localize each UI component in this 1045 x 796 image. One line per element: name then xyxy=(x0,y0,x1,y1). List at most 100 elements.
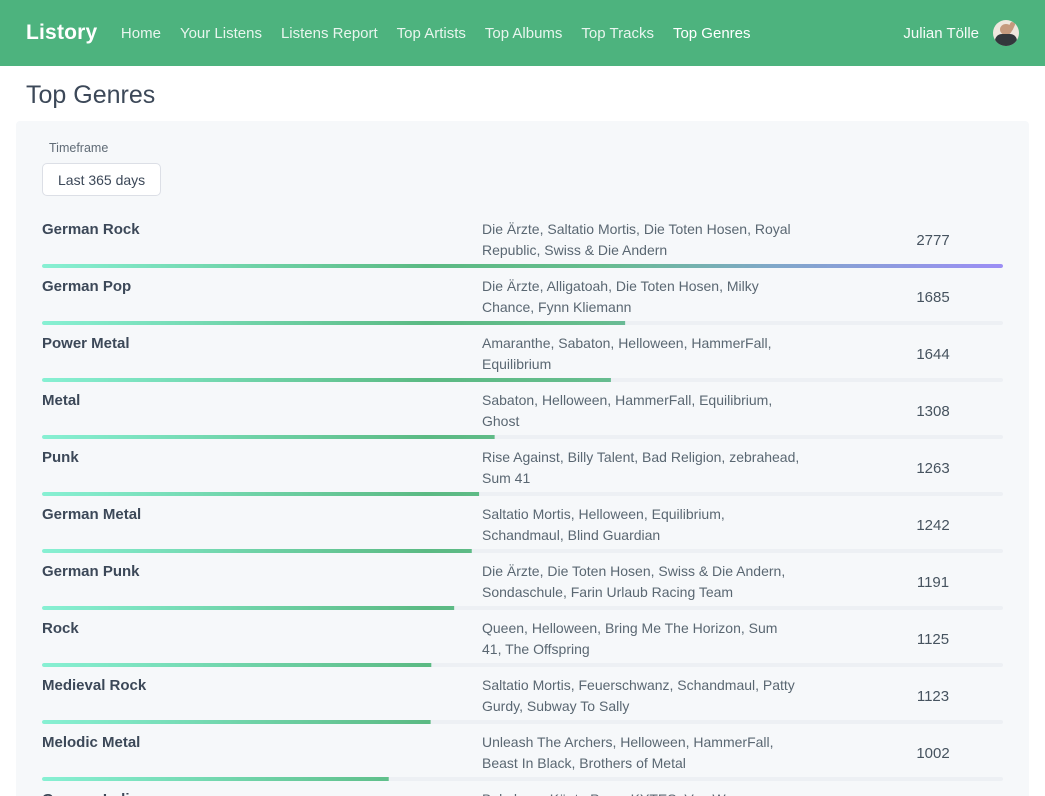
genre-bar-fill xyxy=(42,606,1003,610)
row-spacer xyxy=(800,333,863,375)
genre-row: RockQueen, Helloween, Bring Me The Horiz… xyxy=(42,611,1003,667)
genre-name: Medieval Rock xyxy=(42,675,482,696)
genre-row-content: Power MetalAmaranthe, Sabaton, Helloween… xyxy=(42,326,1003,378)
row-spacer xyxy=(800,789,863,796)
genre-row-content: MetalSabaton, Helloween, HammerFall, Equ… xyxy=(42,383,1003,435)
genre-row: Power MetalAmaranthe, Sabaton, Helloween… xyxy=(42,326,1003,382)
genre-name: German Pop xyxy=(42,276,482,297)
genre-artists: Queen, Helloween, Bring Me The Horizon, … xyxy=(482,618,800,660)
genre-bar-track xyxy=(42,720,1003,724)
genre-bar-fill xyxy=(42,378,1003,382)
genre-name: Metal xyxy=(42,390,482,411)
genre-artists: Rise Against, Billy Talent, Bad Religion… xyxy=(482,447,800,489)
nav-item-home[interactable]: Home xyxy=(111,17,170,50)
genre-row: German RockDie Ärzte, Saltatio Mortis, D… xyxy=(42,212,1003,268)
genre-row: German IndieBukahara, Käptn Peng, KYTES,… xyxy=(42,782,1003,796)
genre-count: 1242 xyxy=(863,517,1003,534)
genre-name: Punk xyxy=(42,447,482,468)
row-spacer xyxy=(800,618,863,660)
genre-row: PunkRise Against, Billy Talent, Bad Reli… xyxy=(42,440,1003,496)
genre-bar-track xyxy=(42,606,1003,610)
genre-count: 1685 xyxy=(863,289,1003,306)
genre-artists: Unleash The Archers, Helloween, HammerFa… xyxy=(482,732,800,774)
row-spacer xyxy=(800,219,863,261)
nav-item-listens-report[interactable]: Listens Report xyxy=(271,17,387,50)
genre-count: 1263 xyxy=(863,460,1003,477)
genre-bar-track xyxy=(42,321,1003,325)
nav-item-top-tracks[interactable]: Top Tracks xyxy=(572,17,664,50)
genre-artists: Sabaton, Helloween, HammerFall, Equilibr… xyxy=(482,390,800,432)
genre-bar-track xyxy=(42,549,1003,553)
user-avatar[interactable] xyxy=(993,20,1019,46)
genre-name: German Punk xyxy=(42,561,482,582)
row-spacer xyxy=(800,561,863,603)
genre-artists: Die Ärzte, Die Toten Hosen, Swiss & Die … xyxy=(482,561,800,603)
row-spacer xyxy=(800,675,863,717)
genre-row-content: RockQueen, Helloween, Bring Me The Horiz… xyxy=(42,611,1003,663)
genre-row: Melodic MetalUnleash The Archers, Hellow… xyxy=(42,725,1003,781)
genre-row-content: German PopDie Ärzte, Alligatoah, Die Tot… xyxy=(42,269,1003,321)
genre-row-content: German RockDie Ärzte, Saltatio Mortis, D… xyxy=(42,212,1003,264)
genre-row-content: Medieval RockSaltatio Mortis, Feuerschwa… xyxy=(42,668,1003,720)
genre-row: German MetalSaltatio Mortis, Helloween, … xyxy=(42,497,1003,553)
nav-item-your-listens[interactable]: Your Listens xyxy=(170,17,271,50)
timeframe-label: Timeframe xyxy=(49,141,1003,155)
top-genres-card: Timeframe Last 365 days German RockDie Ä… xyxy=(16,121,1029,796)
genre-count: 1002 xyxy=(863,745,1003,762)
timeframe-select-value: Last 365 days xyxy=(58,172,145,188)
genre-count: 1308 xyxy=(863,403,1003,420)
nav-item-top-genres[interactable]: Top Genres xyxy=(663,17,760,50)
genre-name: Power Metal xyxy=(42,333,482,354)
genre-name: German Indie xyxy=(42,789,482,796)
genre-row: Medieval RockSaltatio Mortis, Feuerschwa… xyxy=(42,668,1003,724)
genre-name: Rock xyxy=(42,618,482,639)
row-spacer xyxy=(800,732,863,774)
timeframe-select[interactable]: Last 365 days xyxy=(42,163,161,196)
genre-bar-fill xyxy=(42,492,1003,496)
user-name[interactable]: Julian Tölle xyxy=(903,25,979,42)
navbar: Listory HomeYour ListensListens ReportTo… xyxy=(0,0,1045,66)
genre-bar-fill xyxy=(42,549,1003,553)
genre-artists: Bukahara, Käptn Peng, KYTES, Von Wegen L… xyxy=(482,789,800,796)
genre-bar-track xyxy=(42,435,1003,439)
row-spacer xyxy=(800,390,863,432)
genre-bar-track xyxy=(42,264,1003,268)
avatar-arm-shape xyxy=(1007,21,1015,31)
genre-artists: Saltatio Mortis, Helloween, Equilibrium,… xyxy=(482,504,800,546)
page-title: Top Genres xyxy=(26,81,1045,110)
genre-row: MetalSabaton, Helloween, HammerFall, Equ… xyxy=(42,383,1003,439)
genre-row-content: German MetalSaltatio Mortis, Helloween, … xyxy=(42,497,1003,549)
genre-row-content: German IndieBukahara, Käptn Peng, KYTES,… xyxy=(42,782,1003,796)
genre-count: 1191 xyxy=(863,574,1003,591)
genre-bar-fill xyxy=(42,264,1003,268)
app-logo[interactable]: Listory xyxy=(26,21,97,45)
nav-item-top-albums[interactable]: Top Albums xyxy=(475,17,572,50)
genre-count: 1125 xyxy=(863,631,1003,648)
genre-bar-track xyxy=(42,378,1003,382)
navbar-right: Julian Tölle xyxy=(903,20,1019,46)
genre-bar-fill xyxy=(42,435,1003,439)
genre-bar-fill xyxy=(42,321,1003,325)
row-spacer xyxy=(800,276,863,318)
genre-bar-track xyxy=(42,663,1003,667)
genre-name: Melodic Metal xyxy=(42,732,482,753)
genre-count: 1123 xyxy=(863,688,1003,705)
genre-row-content: German PunkDie Ärzte, Die Toten Hosen, S… xyxy=(42,554,1003,606)
genre-bar-track xyxy=(42,777,1003,781)
genre-bar-fill xyxy=(42,663,1003,667)
genre-name: German Metal xyxy=(42,504,482,525)
genre-bar-fill xyxy=(42,777,1003,781)
genre-bar-track xyxy=(42,492,1003,496)
genre-artists: Die Ärzte, Alligatoah, Die Toten Hosen, … xyxy=(482,276,800,318)
avatar-torso-shape xyxy=(995,34,1017,46)
row-spacer xyxy=(800,504,863,546)
nav-item-top-artists[interactable]: Top Artists xyxy=(387,17,475,50)
row-spacer xyxy=(800,447,863,489)
genre-row: German PopDie Ärzte, Alligatoah, Die Tot… xyxy=(42,269,1003,325)
genre-row: German PunkDie Ärzte, Die Toten Hosen, S… xyxy=(42,554,1003,610)
genre-artists: Saltatio Mortis, Feuerschwanz, Schandmau… xyxy=(482,675,800,717)
genre-name: German Rock xyxy=(42,219,482,240)
genre-table: German RockDie Ärzte, Saltatio Mortis, D… xyxy=(42,212,1003,796)
main-nav: HomeYour ListensListens ReportTop Artist… xyxy=(111,17,760,50)
genre-artists: Die Ärzte, Saltatio Mortis, Die Toten Ho… xyxy=(482,219,800,261)
